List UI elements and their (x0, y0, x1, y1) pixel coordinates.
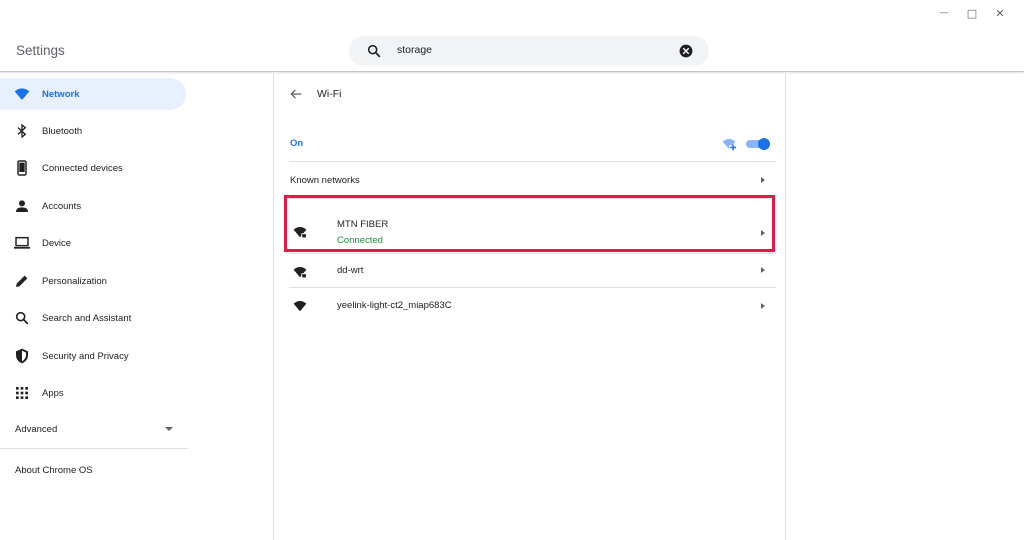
sidebar-item-label: Apps (42, 387, 64, 399)
sidebar-item-label: Security and Privacy (42, 350, 129, 362)
sidebar-item-label: Search and Assistant (42, 312, 132, 324)
phone-icon (17, 160, 27, 176)
shield-icon (16, 348, 28, 364)
advanced-label: Advanced (15, 424, 58, 435)
sidebar: Network Bluetooth Connected devices Acco… (0, 73, 188, 540)
back-arrow-icon[interactable] (289, 87, 303, 101)
sidebar-item-device[interactable]: Device (0, 227, 186, 259)
person-icon (16, 200, 28, 212)
sidebar-divider (0, 448, 188, 449)
network-status: Connected (337, 235, 383, 246)
laptop-icon (14, 236, 30, 249)
wifi-icon (14, 88, 30, 100)
search-input[interactable]: storage (397, 44, 432, 56)
sidebar-item-accounts[interactable]: Accounts (0, 190, 186, 222)
search-box[interactable]: storage (349, 36, 709, 66)
network-name: MTN FIBER (337, 219, 389, 230)
header: Settings storage (0, 0, 1024, 72)
wifi-toggle-row: On (289, 128, 776, 162)
add-wifi-network-icon[interactable] (722, 137, 736, 151)
sidebar-item-apps[interactable]: Apps (0, 377, 186, 409)
apps-grid-icon (16, 387, 28, 399)
sidebar-item-label: Personalization (42, 275, 107, 287)
sidebar-item-search-and-assistant[interactable]: Search and Assistant (0, 302, 186, 334)
sidebar-item-security-and-privacy[interactable]: Security and Privacy (0, 340, 186, 372)
caret-down-icon (165, 427, 173, 431)
sidebar-item-personalization[interactable]: Personalization (0, 265, 186, 297)
network-row-yeelink[interactable]: yeelink-light-ct2_miap683C (289, 287, 776, 323)
pencil-icon (16, 275, 28, 287)
network-name: dd-wrt (337, 265, 364, 276)
sidebar-item-label: Device (42, 237, 72, 249)
wifi-page: Wi-Fi On Known networks MTN FIBER Connec… (273, 73, 786, 540)
wifi-secured-icon (293, 267, 307, 279)
settings-window: — □ ✕ Settings storage Network Bluetooth… (0, 0, 1024, 540)
known-networks-row[interactable]: Known networks (289, 163, 776, 198)
chevron-right-icon (761, 177, 765, 183)
sidebar-item-network[interactable]: Network (0, 78, 186, 110)
chevron-right-icon (761, 303, 765, 309)
network-row-dd-wrt[interactable]: dd-wrt (289, 253, 776, 289)
about-chrome-os-link[interactable]: About Chrome OS (15, 465, 93, 476)
wifi-state-label: On (290, 138, 304, 149)
chevron-right-icon (761, 230, 765, 236)
known-networks-label: Known networks (290, 175, 360, 186)
network-name: yeelink-light-ct2_miap683C (337, 300, 452, 311)
app-title: Settings (16, 43, 65, 58)
page-title: Wi-Fi (317, 88, 342, 100)
clear-search-icon[interactable] (679, 44, 693, 58)
bluetooth-icon (17, 123, 27, 139)
sidebar-item-label: Network (42, 88, 80, 100)
wifi-toggle[interactable] (746, 138, 772, 150)
sidebar-item-label: Bluetooth (42, 125, 83, 137)
advanced-toggle[interactable]: Advanced (15, 422, 175, 438)
sidebar-item-label: Connected devices (42, 162, 123, 174)
search-icon (367, 44, 381, 58)
sidebar-item-label: Accounts (42, 200, 82, 212)
toggle-knob (758, 138, 770, 150)
network-row-mtn-fiber[interactable]: MTN FIBER Connected (289, 198, 776, 253)
sidebar-item-connected-devices[interactable]: Connected devices (0, 152, 186, 184)
wifi-secured-icon (293, 227, 307, 239)
sidebar-item-bluetooth[interactable]: Bluetooth (0, 115, 186, 147)
wifi-icon (293, 301, 307, 312)
chevron-right-icon (761, 267, 765, 273)
search-icon (15, 311, 29, 325)
